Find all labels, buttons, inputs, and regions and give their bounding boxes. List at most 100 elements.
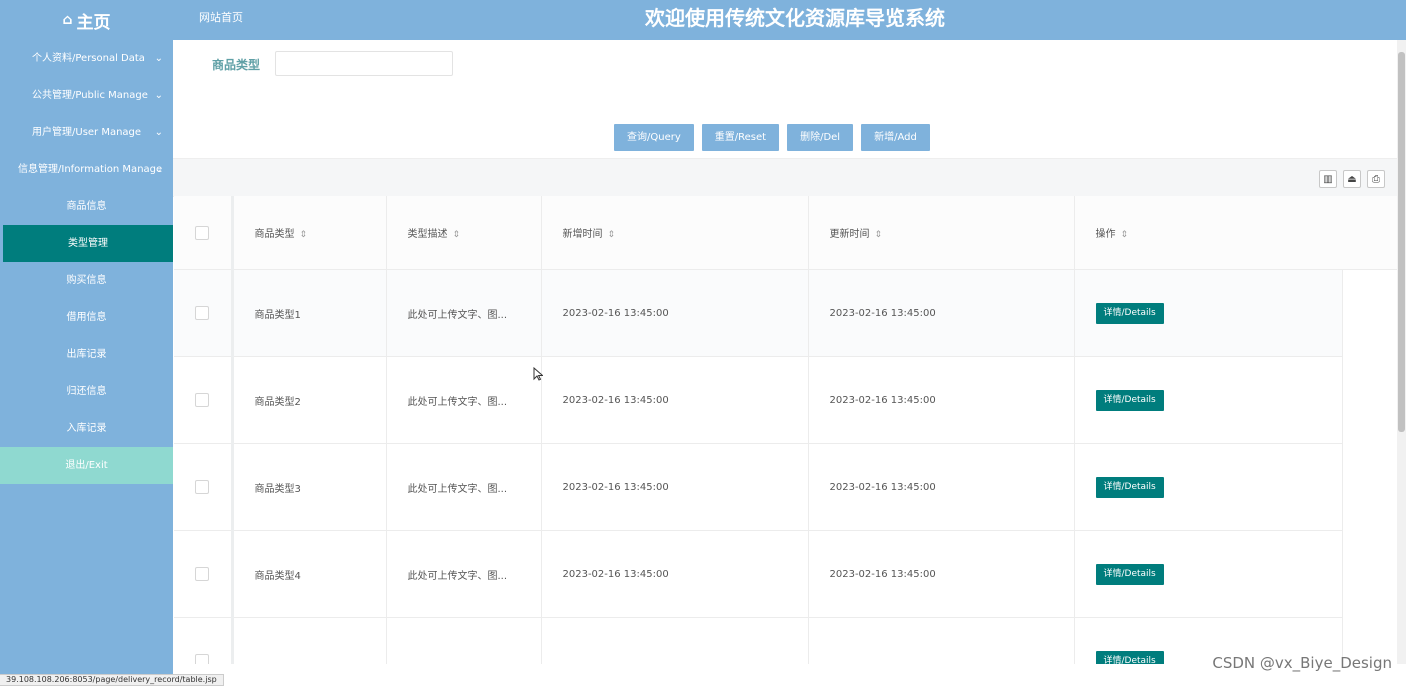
table-row[interactable]: 商品类型1 此处可上传文字、图... 2023-02-16 13:45:00 2… [174,269,1343,357]
cell-desc: 此处可上传文字、图... [386,269,542,357]
cell-type: 商品类型3 [232,443,387,531]
print-icon[interactable]: ⎙ [1367,170,1385,188]
cell-desc: 此处可上传文字、图... [386,530,542,618]
watermark-text: CSDN @vx_Biye_Design [1212,654,1392,672]
table-row[interactable]: 商品类型4 此处可上传文字、图... 2023-02-16 13:45:00 2… [174,530,1343,618]
columns-icon[interactable]: ▥ [1319,170,1337,188]
table-row[interactable]: 详情/Details [174,617,1343,664]
table-row[interactable]: 商品类型2 此处可上传文字、图... 2023-02-16 13:45:00 2… [174,356,1343,444]
sidebar-group-label: 信息管理/Information Manage [18,164,163,175]
product-type-input[interactable] [275,51,453,76]
cell-desc: 此处可上传文字、图... [386,443,542,531]
cell-actions: 详情/Details [1074,530,1343,618]
cell-updated [808,617,1075,664]
sidebar-item-inbound-record[interactable]: 入库记录 [0,410,173,447]
row-select-cell [174,269,234,357]
sidebar-item-type-manage[interactable]: 类型管理 [3,225,173,262]
cell-actions: 详情/Details [1074,443,1343,531]
column-header-label: 更新时间 [829,229,870,240]
sidebar-item-borrow-info[interactable]: 借用信息 [0,299,173,336]
column-header-desc[interactable]: 类型描述 ⇕ [386,196,542,270]
row-select-cell [174,530,234,618]
column-header-updated[interactable]: 更新时间 ⇕ [808,196,1075,270]
cell-updated: 2023-02-16 13:45:00 [808,269,1075,357]
status-url: 39.108.108.206:8053/page/delivery_record… [0,674,224,686]
home-icon: ⌂ [62,12,73,28]
cell-updated: 2023-02-16 13:45:00 [808,356,1075,444]
sidebar-group-public-manage[interactable]: 公共管理/Public Manage ⌄ [0,77,173,114]
delete-button[interactable]: 删除/Del [787,124,854,151]
reset-button[interactable]: 重置/Reset [701,124,780,151]
column-header-type[interactable]: 商品类型 ⇕ [232,196,387,270]
sidebar-group-user-manage[interactable]: 用户管理/User Manage ⌄ [0,114,173,151]
add-button[interactable]: 新增/Add [861,124,930,151]
system-title: 欢迎使用传统文化资源库导览系统 [645,6,945,30]
action-buttons: 查询/Query 重置/Reset 删除/Del 新增/Add [614,124,930,151]
details-button[interactable]: 详情/Details [1095,302,1164,324]
sidebar-item-purchase-info[interactable]: 购买信息 [0,262,173,299]
sidebar-group-label: 公共管理/Public Manage [32,90,148,101]
cell-type: 商品类型1 [232,269,387,357]
cell-created: 2023-02-16 13:45:00 [541,443,809,531]
sidebar-item-product-info[interactable]: 商品信息 [0,188,173,225]
row-checkbox[interactable] [195,654,210,664]
sidebar-group-personal-data[interactable]: 个人资料/Personal Data ⌄ [0,40,173,77]
sidebar-group-label: 个人资料/Personal Data [32,53,145,64]
query-button[interactable]: 查询/Query [614,124,694,151]
chevron-down-icon: ⌄ [154,127,163,138]
sidebar-item-return-info[interactable]: 归还信息 [0,373,173,410]
row-select-cell [174,617,234,664]
cell-desc: 此处可上传文字、图... [386,356,542,444]
details-button[interactable]: 详情/Details [1095,563,1164,585]
row-checkbox[interactable] [195,393,210,407]
column-header-label: 新增时间 [562,229,603,240]
header-filler [1342,196,1397,270]
cell-created: 2023-02-16 13:45:00 [541,356,809,444]
table-row[interactable]: 商品类型3 此处可上传文字、图... 2023-02-16 13:45:00 2… [174,443,1343,531]
mouse-cursor-icon [533,367,543,381]
sidebar-group-information-manage[interactable]: 信息管理/Information Manage ⌄ [0,151,173,188]
home-link[interactable]: ⌂ 主页 [0,0,173,40]
table-toolbar: ▥ ⏏ ⎙ [173,158,1397,197]
cell-updated: 2023-02-16 13:45:00 [808,443,1075,531]
details-button[interactable]: 详情/Details [1095,650,1164,664]
row-checkbox[interactable] [195,567,210,581]
column-header-label: 操作 [1095,229,1116,240]
select-all-checkbox[interactable] [195,225,210,240]
chevron-down-icon: ⌄ [154,164,163,175]
sidebar-item-exit[interactable]: 退出/Exit [0,447,173,484]
details-button[interactable]: 详情/Details [1095,389,1164,411]
cell-type: 商品类型2 [232,356,387,444]
cell-desc [386,617,542,664]
top-header: ⌂ 主页 网站首页 欢迎使用传统文化资源库导览系统 [0,0,1406,40]
chevron-down-icon: ⌄ [154,90,163,101]
details-button[interactable]: 详情/Details [1095,476,1164,498]
column-header-created[interactable]: 新增时间 ⇕ [541,196,809,270]
page-scrollbar[interactable] [1397,40,1406,664]
row-select-cell [174,443,234,531]
row-checkbox[interactable] [195,306,210,320]
row-checkbox[interactable] [195,480,210,494]
sort-icon[interactable]: ⇕ [300,230,308,240]
sidebar-item-outbound-record[interactable]: 出库记录 [0,336,173,373]
row-select-cell [174,356,234,444]
export-icon[interactable]: ⏏ [1343,170,1361,188]
sidebar-group-label: 用户管理/User Manage [32,127,142,138]
scrollbar-thumb[interactable] [1398,52,1405,432]
column-header-label: 类型描述 [407,229,448,240]
cell-type [232,617,387,664]
sort-icon[interactable]: ⇕ [1121,230,1129,240]
cell-created: 2023-02-16 13:45:00 [541,530,809,618]
column-header-label: 商品类型 [254,229,295,240]
column-header-actions[interactable]: 操作 ⇕ [1074,196,1343,270]
cell-type: 商品类型4 [232,530,387,618]
sort-icon[interactable]: ⇕ [608,230,616,240]
cell-updated: 2023-02-16 13:45:00 [808,530,1075,618]
site-home-link[interactable]: 网站首页 [199,0,243,40]
chevron-down-icon: ⌄ [154,53,163,64]
filter-label: 商品类型 [212,58,261,72]
sort-icon[interactable]: ⇕ [875,230,883,240]
main-content: 商品类型 查询/Query 重置/Reset 删除/Del 新增/Add ▥ ⏏… [173,40,1397,664]
sidebar: 个人资料/Personal Data ⌄ 公共管理/Public Manage … [0,40,173,684]
sort-icon[interactable]: ⇕ [453,230,461,240]
